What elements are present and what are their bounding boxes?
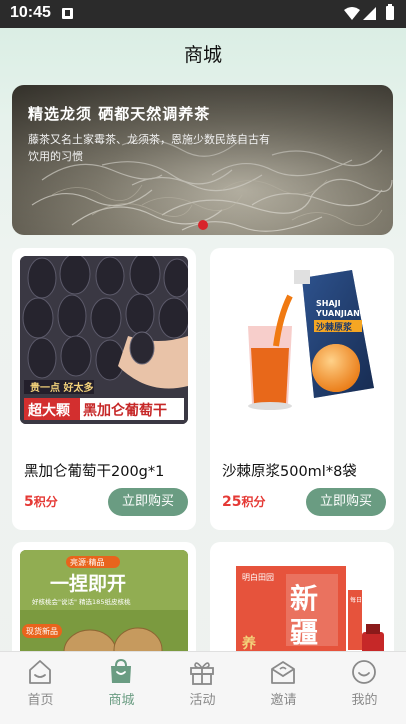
walnuts-subline: 好核桃会"说话" 精选185纸皮核桃 xyxy=(32,597,131,606)
tab-activity[interactable]: 活动 xyxy=(162,652,243,724)
raisins-image-label-left: 超大颗 xyxy=(27,402,70,419)
page-title: 商城 xyxy=(183,44,222,66)
tab-home-label: 首页 xyxy=(27,693,54,708)
tab-home[interactable]: 首页 xyxy=(0,652,81,724)
bottom-tab-bar: 首页 商城 活动 邀请 我的 xyxy=(0,651,406,724)
points-value: 25 xyxy=(222,494,242,510)
tab-invite-label: 邀请 xyxy=(270,693,297,708)
points-unit: 积分 xyxy=(33,495,58,509)
tab-mall-label: 商城 xyxy=(108,693,135,708)
tab-profile-label: 我的 xyxy=(351,693,378,708)
jujube-brand: 明白田园 xyxy=(242,572,274,582)
signal-icon xyxy=(363,7,376,20)
brand-line-2: YUANJIANG xyxy=(315,309,366,318)
product-name: 沙棘原浆500ml*8袋 xyxy=(222,464,357,480)
product-card-raisins[interactable]: 贵一点 好太多 超大颗 黑加仑葡萄干 黑加仑葡萄干200g*1 5积分 立即购买 xyxy=(12,248,196,530)
tab-mall[interactable]: 商城 xyxy=(81,652,162,724)
wifi-icon xyxy=(344,7,360,20)
product-name: 黑加仑葡萄干200g*1 xyxy=(24,464,165,480)
status-time: 10:45 xyxy=(10,4,51,21)
home-icon xyxy=(29,660,51,684)
promo-banner[interactable]: 精选龙须 硒都天然调养茶 藤茶又名土家霉茶、龙须茶，恩施少数民族自古有饮用的习惯 xyxy=(12,85,393,235)
product-card-seabuckthorn[interactable]: SHAJI YUANJIANG 沙棘原浆 沙棘原浆500ml*8袋 25积分 立… xyxy=(210,248,394,530)
tab-profile[interactable]: 我的 xyxy=(324,652,405,724)
raisins-image-tagline: 贵一点 好太多 xyxy=(30,381,93,394)
points-value: 5 xyxy=(24,494,34,510)
tab-activity-label: 活动 xyxy=(189,693,216,708)
gift-icon xyxy=(190,662,214,685)
buy-now-button[interactable]: 立即购买 xyxy=(108,488,188,516)
walnuts-headline: 一捏即开 xyxy=(50,572,126,595)
banner-description: 藤茶又名土家霉茶、龙须茶，恩施少数民族自古有饮用的习惯 xyxy=(28,133,270,163)
jujube-side: 每日红枣膳 xyxy=(350,596,380,604)
status-bar: 10:45 xyxy=(0,0,406,28)
profile-icon xyxy=(352,660,376,684)
product-points: 5积分 xyxy=(24,493,58,510)
brand-cn: 沙棘原浆 xyxy=(316,321,353,333)
jujube-big-1: 新 xyxy=(290,582,318,615)
raisins-image-label-right: 黑加仑葡萄干 xyxy=(83,402,167,419)
invite-envelope-icon xyxy=(271,661,295,684)
walnuts-tag: 亮源·精品 xyxy=(70,557,105,567)
product-points: 25积分 xyxy=(222,493,266,510)
banner-headline: 精选龙须 硒都天然调养茶 xyxy=(28,105,211,123)
jujube-big-2: 疆 xyxy=(290,616,318,649)
shopping-bag-icon xyxy=(111,658,131,683)
buy-now-button[interactable]: 立即购买 xyxy=(306,488,386,516)
jujube-mini: 养 xyxy=(241,635,257,652)
points-unit: 积分 xyxy=(241,495,266,509)
carousel-indicator[interactable] xyxy=(198,220,208,230)
seabuckthorn-image: SHAJI YUANJIANG 沙棘原浆 xyxy=(218,256,386,424)
walnuts-badge: 现货新品 xyxy=(26,626,58,636)
raisins-image: 贵一点 好太多 超大颗 黑加仑葡萄干 xyxy=(20,256,188,424)
brand-line-1: SHAJI xyxy=(316,299,341,308)
tab-invite[interactable]: 邀请 xyxy=(243,652,324,724)
battery-icon xyxy=(386,4,394,20)
sim-card-icon xyxy=(62,8,73,19)
